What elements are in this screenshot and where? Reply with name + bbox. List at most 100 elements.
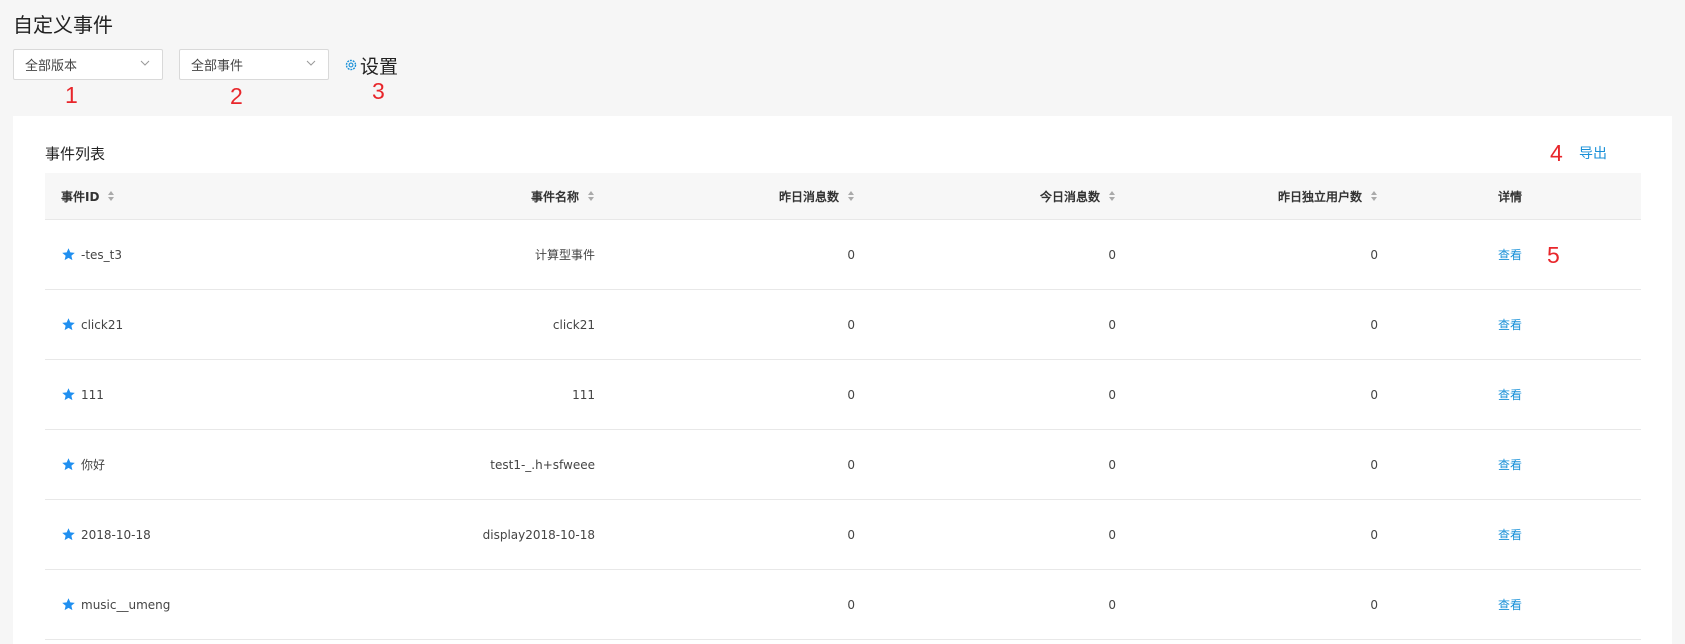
settings-label: 设置 [360, 55, 399, 78]
event-list-panel: 事件列表 4 导出 事件ID 事件名称 昨日消息数 今日消息数 昨日独立用户数 [13, 116, 1672, 644]
view-link[interactable]: 查看 [1498, 526, 1522, 543]
panel-title: 事件列表 [45, 145, 106, 163]
annotation-1: 1 [65, 82, 78, 108]
today-msgs-cell: 0 [1108, 570, 1116, 639]
annotation-5: 5 [1547, 242, 1560, 268]
today-msgs-cell: 0 [1108, 500, 1116, 569]
table-row: music__umeng 0 0 0 查看 [45, 570, 1641, 640]
table-row: -tes_t3 计算型事件 0 0 0 查看 5 [45, 220, 1641, 290]
sort-icon[interactable] [587, 190, 595, 202]
yesterday-msgs-cell: 0 [847, 570, 855, 639]
today-msgs-cell: 0 [1108, 290, 1116, 359]
yesterday-msgs: 0 [847, 527, 855, 542]
yesterday-msgs: 0 [847, 597, 855, 612]
header-detail: 详情 [1498, 173, 1522, 219]
star-icon[interactable] [61, 387, 76, 402]
view-link[interactable]: 查看 [1498, 386, 1522, 403]
event-name: 计算型事件 [534, 248, 595, 262]
page-title: 自定义事件 [13, 13, 113, 37]
today-msgs-cell: 0 [1108, 430, 1116, 499]
today-msgs: 0 [1108, 597, 1116, 612]
detail-cell: 查看 [1498, 290, 1522, 359]
event-id-cell: click21 [61, 290, 123, 359]
header-event-name-label: 事件名称 [530, 189, 579, 204]
star-icon[interactable] [61, 597, 76, 612]
header-yesterday-msgs[interactable]: 昨日消息数 [779, 173, 855, 219]
event-id-cell: music__umeng [61, 570, 170, 639]
header-yesterday-users[interactable]: 昨日独立用户数 [1278, 173, 1378, 219]
today-msgs-cell: 0 [1108, 220, 1116, 289]
header-yesterday-msgs-label: 昨日消息数 [778, 189, 839, 204]
event-select-value: 全部事件 [191, 59, 244, 74]
yesterday-users-cell: 0 [1370, 430, 1378, 499]
detail-cell: 查看 [1498, 430, 1522, 499]
star-icon[interactable] [61, 527, 76, 542]
yesterday-users-cell: 0 [1370, 290, 1378, 359]
event-name: click21 [552, 317, 595, 332]
event-select[interactable]: 全部事件 [179, 49, 329, 80]
yesterday-msgs-cell: 0 [847, 290, 855, 359]
yesterday-msgs: 0 [847, 247, 855, 262]
today-msgs: 0 [1108, 387, 1116, 402]
annotation-4: 4 [1550, 140, 1563, 166]
star-icon[interactable] [61, 247, 76, 262]
yesterday-users: 0 [1370, 387, 1378, 402]
event-name: 111 [572, 387, 595, 402]
version-select-value: 全部版本 [25, 59, 78, 74]
header-event-id[interactable]: 事件ID [61, 173, 115, 219]
event-id-cell: -tes_t3 [61, 220, 122, 289]
yesterday-msgs: 0 [847, 317, 855, 332]
export-link[interactable]: 导出 [1579, 143, 1607, 163]
yesterday-users: 0 [1370, 597, 1378, 612]
detail-cell: 查看 [1498, 500, 1522, 569]
yesterday-users: 0 [1370, 457, 1378, 472]
version-select[interactable]: 全部版本 [13, 49, 163, 80]
event-id: 2018-10-18 [81, 527, 151, 542]
sort-icon[interactable] [107, 190, 115, 202]
event-name-cell: 111 [572, 360, 595, 429]
table-row: 2018-10-18 display2018-10-18 0 0 0 查看 [45, 500, 1641, 570]
today-msgs-cell: 0 [1108, 360, 1116, 429]
today-msgs: 0 [1108, 527, 1116, 542]
sort-icon[interactable] [1108, 190, 1116, 202]
event-name-cell: display2018-10-18 [483, 500, 595, 569]
table-row: click21 click21 0 0 0 查看 [45, 290, 1641, 360]
header-today-msgs[interactable]: 今日消息数 [1040, 173, 1116, 219]
table-header: 事件ID 事件名称 昨日消息数 今日消息数 昨日独立用户数 详情 [45, 173, 1641, 220]
table-row: 你好 test1-_.h+sfweee 0 0 0 查看 [45, 430, 1641, 500]
header-today-msgs-label: 今日消息数 [1039, 189, 1100, 204]
event-name-cell: 计算型事件 [535, 220, 595, 289]
event-id: click21 [81, 317, 124, 332]
annotation-3: 3 [372, 78, 385, 104]
event-name-cell: click21 [553, 290, 595, 359]
today-msgs: 0 [1108, 457, 1116, 472]
table-body: -tes_t3 计算型事件 0 0 0 查看 5 click21 click21 0 0 0 查看 111… [45, 220, 1641, 640]
view-link[interactable]: 查看 [1498, 596, 1522, 613]
sort-icon[interactable] [847, 190, 855, 202]
detail-cell: 查看 [1498, 570, 1522, 639]
yesterday-msgs-cell: 0 [847, 360, 855, 429]
yesterday-msgs-cell: 0 [847, 220, 855, 289]
view-link[interactable]: 查看 [1498, 246, 1522, 263]
event-name: display2018-10-18 [482, 527, 595, 542]
sort-icon[interactable] [1370, 190, 1378, 202]
table-row: 111 111 0 0 0 查看 [45, 360, 1641, 430]
star-icon[interactable] [61, 457, 76, 472]
gear-icon [345, 59, 357, 71]
yesterday-users-cell: 0 [1370, 570, 1378, 639]
event-id: music__umeng [81, 597, 171, 612]
event-name-cell: test1-_.h+sfweee [490, 430, 595, 499]
star-icon[interactable] [61, 317, 76, 332]
event-id-cell: 你好 [61, 430, 105, 499]
header-event-name[interactable]: 事件名称 [531, 173, 595, 219]
event-name: test1-_.h+sfweee [490, 457, 595, 472]
yesterday-users: 0 [1370, 527, 1378, 542]
yesterday-msgs-cell: 0 [847, 500, 855, 569]
view-link[interactable]: 查看 [1498, 316, 1522, 333]
settings-button[interactable]: 设置 [344, 53, 399, 78]
view-link[interactable]: 查看 [1498, 456, 1522, 473]
event-id: 111 [81, 387, 104, 402]
header-yesterday-users-label: 昨日独立用户数 [1277, 189, 1362, 204]
annotation-2: 2 [230, 83, 243, 109]
event-id: -tes_t3 [81, 247, 123, 262]
